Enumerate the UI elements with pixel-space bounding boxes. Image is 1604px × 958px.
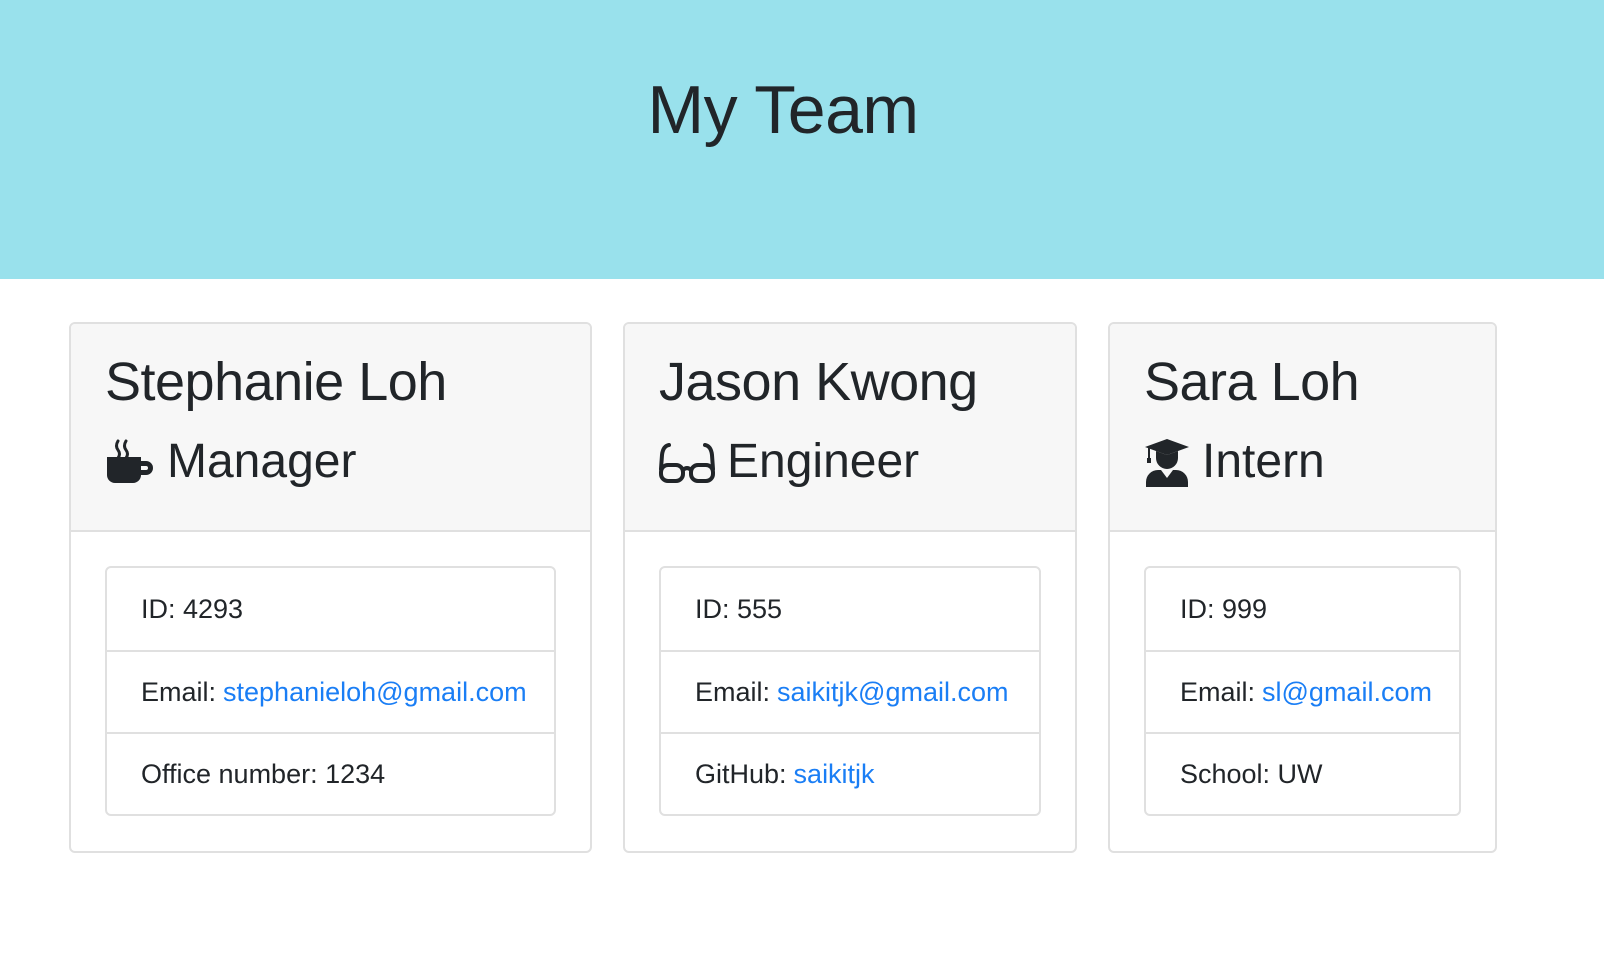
email-link[interactable]: saikitjk@gmail.com (777, 677, 1008, 708)
card-header: Sara Loh Intern (1110, 324, 1495, 532)
id-item: ID: 555 (661, 568, 1039, 650)
employee-role: Manager (105, 430, 590, 494)
id-item: ID: 4293 (107, 568, 554, 650)
page-header: My Team (0, 0, 1604, 279)
github-label: GitHub: (695, 758, 787, 789)
office-number-item: Office number: 1234 (107, 732, 554, 814)
employee-card-engineer: Jason Kwong Engineer ID: 555 Email: saik… (623, 322, 1077, 853)
email-item: Email: saikitjk@gmail.com (661, 650, 1039, 732)
id-text: ID: 555 (695, 593, 783, 624)
details-list: ID: 555 Email: saikitjk@gmail.com GitHub… (659, 566, 1041, 816)
glasses-icon (659, 437, 715, 487)
details-list: ID: 4293 Email: stephanieloh@gmail.com O… (105, 566, 556, 816)
email-label: Email: (1180, 676, 1256, 707)
email-label: Email: (695, 676, 771, 707)
employee-card-manager: Stephanie Loh Manager ID: 4293 Email: st… (69, 322, 592, 853)
email-link[interactable]: sl@gmail.com (1262, 677, 1432, 708)
role-label: Intern (1202, 435, 1325, 488)
card-header: Stephanie Loh Manager (71, 324, 590, 532)
employee-card-intern: Sara Loh Intern ID: 999 Email: sl@gmail.… (1108, 322, 1497, 853)
id-text: ID: 999 (1180, 593, 1268, 624)
email-link[interactable]: stephanieloh@gmail.com (223, 677, 527, 708)
email-item: Email: sl@gmail.com (1146, 650, 1459, 732)
card-body: ID: 555 Email: saikitjk@gmail.com GitHub… (625, 532, 1075, 850)
school-text: School: UW (1180, 758, 1323, 789)
card-header: Jason Kwong Engineer (625, 324, 1075, 532)
graduate-icon (1144, 437, 1190, 487)
employee-role: Engineer (659, 430, 1075, 494)
role-label: Engineer (727, 435, 920, 488)
coffee-mug-icon (105, 437, 155, 487)
employee-role: Intern (1144, 430, 1495, 494)
email-label: Email: (141, 676, 217, 707)
office-number-text: Office number: 1234 (141, 758, 386, 789)
id-item: ID: 999 (1146, 568, 1459, 650)
school-item: School: UW (1146, 732, 1459, 814)
id-text: ID: 4293 (141, 593, 244, 624)
github-item: GitHub: saikitjk (661, 732, 1039, 814)
github-link[interactable]: saikitjk (794, 759, 875, 790)
page-title: My Team (647, 72, 919, 148)
email-item: Email: stephanieloh@gmail.com (107, 650, 554, 732)
role-label: Manager (167, 435, 357, 488)
employee-name: Stephanie Loh (105, 352, 447, 412)
details-list: ID: 999 Email: sl@gmail.com School: UW (1144, 566, 1461, 816)
card-body: ID: 4293 Email: stephanieloh@gmail.com O… (71, 532, 590, 850)
employee-name: Jason Kwong (659, 352, 978, 412)
card-body: ID: 999 Email: sl@gmail.com School: UW (1110, 532, 1495, 850)
employee-name: Sara Loh (1144, 352, 1360, 412)
